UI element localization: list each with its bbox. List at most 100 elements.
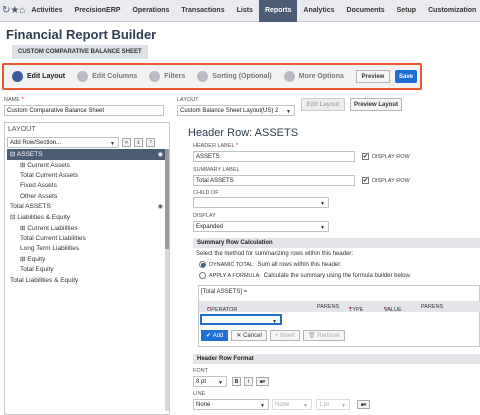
radio-selected-icon bbox=[199, 261, 206, 268]
tree-item[interactable]: Other Assets bbox=[7, 191, 169, 202]
radio-text: Calculate the summary using the formula … bbox=[263, 272, 412, 279]
chevron-down-icon: ▼ bbox=[303, 403, 308, 409]
cancel-button[interactable]: ✕ Cancel bbox=[231, 330, 267, 341]
insert-label: Insert bbox=[279, 332, 295, 339]
tree-item[interactable]: Total Current Assets bbox=[7, 170, 169, 181]
layout-select-value: Custom Balance Sheet Layout(US) 2 bbox=[180, 107, 279, 114]
tree-item-label: Total Current Assets bbox=[20, 171, 79, 179]
summary-label-input[interactable]: Total ASSETS bbox=[193, 175, 355, 186]
tree-item-label: ⊞ Equity bbox=[20, 256, 46, 264]
nav-documents[interactable]: Documents bbox=[341, 0, 391, 22]
eye-icon[interactable]: ◉ bbox=[158, 151, 163, 158]
formula-builder: [Total ASSETS] = OPERATOR * PARENS TYPE … bbox=[198, 285, 480, 347]
tree-item[interactable]: ⊟ Liabilities & Equity bbox=[7, 212, 169, 223]
tree-item[interactable]: Total ASSETS ◉ bbox=[7, 202, 169, 213]
step-edit-layout[interactable]: Edit Layout bbox=[12, 71, 65, 82]
checkbox-label: DISPLAY ROW bbox=[372, 153, 410, 160]
nav-reports[interactable]: Reports bbox=[258, 0, 298, 22]
line-color-icon[interactable]: ■▾ bbox=[357, 400, 370, 409]
edit-layout-button[interactable]: Edit Layout bbox=[301, 98, 345, 111]
italic-icon[interactable]: I bbox=[244, 377, 253, 386]
tree-item[interactable]: ⊞ Current Assets bbox=[7, 160, 169, 171]
nav-lists[interactable]: Lists bbox=[231, 0, 259, 22]
tree-item[interactable]: Total Liabilities & Equity bbox=[7, 275, 169, 286]
scrollbar-thumb[interactable] bbox=[165, 149, 169, 249]
step-edit-columns[interactable]: Edit Columns bbox=[77, 71, 137, 82]
tree-item-label: Other Assets bbox=[20, 192, 58, 200]
check-icon: ✔ bbox=[206, 333, 213, 339]
operator-select[interactable]: ▼ bbox=[200, 314, 282, 325]
tree-item[interactable]: ⊟ ASSETS ◉ bbox=[7, 149, 169, 160]
nav-activities[interactable]: Activities bbox=[25, 0, 68, 22]
layout-tree: ⊟ ASSETS ◉ ⊞ Current Assets Total Current A… bbox=[7, 149, 169, 286]
report-subtab[interactable]: CUSTOM COMPARATIVE BALANCE SHEET bbox=[12, 45, 148, 59]
header-row-title: Header Row: ASSETS bbox=[188, 127, 299, 139]
nav-transactions[interactable]: Transactions bbox=[175, 0, 230, 22]
add-row-select[interactable]: Add Row/Section... ▼ bbox=[7, 137, 119, 148]
header-label-input[interactable]: ASSETS bbox=[193, 151, 355, 162]
nav-customization[interactable]: Customization bbox=[422, 0, 480, 22]
nav-setup[interactable]: Setup bbox=[391, 0, 422, 22]
tree-item[interactable]: Total Equity bbox=[7, 265, 169, 276]
line-pt-value: 1 pt bbox=[319, 401, 330, 408]
tree-item[interactable]: ⊞ Current Liabilities bbox=[7, 223, 169, 234]
formula-columns: OPERATOR * PARENS TYPE * VALUE * PARENS bbox=[199, 301, 480, 313]
tree-item[interactable]: Long Term Liabilities bbox=[7, 244, 169, 255]
move-row-icon[interactable]: ⇕ bbox=[134, 138, 143, 147]
chevron-down-icon: ▼ bbox=[272, 319, 277, 325]
line-style-select[interactable]: None ▼ bbox=[193, 399, 269, 410]
color-picker-icon[interactable]: ■▾ bbox=[256, 377, 269, 386]
save-button[interactable]: Save bbox=[395, 70, 417, 83]
font-size-select[interactable]: 8 pt ▼ bbox=[193, 376, 227, 387]
step-filters[interactable]: Filters bbox=[149, 71, 185, 82]
preview-layout-button[interactable]: Preview Layout bbox=[350, 98, 402, 111]
step-sorting[interactable]: Sorting (Optional) bbox=[197, 71, 272, 82]
col-parens-close: PARENS bbox=[421, 303, 444, 310]
display-select[interactable]: Expanded ▼ bbox=[193, 221, 329, 232]
refresh-icon[interactable]: ↻ bbox=[2, 0, 10, 22]
tree-item[interactable]: ⊞ Equity bbox=[7, 254, 169, 265]
line-pt-select[interactable]: 1 pt ▼ bbox=[316, 399, 350, 410]
summary-calc-header: Summary Row Calculation bbox=[193, 238, 480, 248]
radio-empty-icon bbox=[199, 272, 206, 279]
dynamic-total-radio[interactable]: DYNAMIC TOTAL: Sum all rows within this h… bbox=[199, 261, 342, 268]
add-button[interactable]: ✔ Add bbox=[201, 330, 229, 341]
close-icon: ✕ bbox=[236, 333, 244, 339]
remove-label: Remove bbox=[317, 332, 340, 339]
preview-button[interactable]: Preview bbox=[356, 70, 390, 83]
layout-scrollbar[interactable] bbox=[165, 149, 169, 411]
line-weight-select[interactable]: None ▼ bbox=[272, 399, 312, 410]
name-input[interactable]: Custom Comparative Balance Sheet bbox=[4, 105, 164, 116]
nav-analytics[interactable]: Analytics bbox=[297, 0, 340, 22]
delete-row-icon[interactable]: ✕ bbox=[122, 138, 131, 147]
chevron-down-icon: ▼ bbox=[320, 201, 325, 207]
layout-select[interactable]: Custom Balance Sheet Layout(US) 2 ▼ bbox=[177, 105, 295, 116]
cancel-label: Cancel bbox=[243, 332, 262, 339]
summary-display-row-checkbox[interactable]: ✔ DISPLAY ROW bbox=[362, 177, 410, 184]
star-icon[interactable]: ★ bbox=[10, 0, 19, 22]
checkbox-label: DISPLAY ROW bbox=[372, 177, 410, 184]
summary-calc-desc: Select the method for summarizing rows w… bbox=[196, 251, 354, 257]
remove-button[interactable]: 🗑 Remove bbox=[302, 330, 345, 341]
nav-operations[interactable]: Operations bbox=[126, 0, 175, 22]
bold-icon[interactable]: B bbox=[232, 377, 241, 386]
nav-precisionerp[interactable]: PrecisionERP bbox=[69, 0, 127, 22]
help-icon[interactable]: ? bbox=[146, 138, 155, 147]
tree-item-label: Long Term Liabilities bbox=[20, 245, 80, 253]
insert-button[interactable]: + Insert bbox=[269, 330, 300, 341]
line-weight-value: None bbox=[275, 401, 290, 408]
tree-item[interactable]: Fixed Assets bbox=[7, 181, 169, 192]
child-of-select[interactable]: ▼ bbox=[193, 197, 329, 208]
apply-formula-radio[interactable]: APPLY A FORMULA: Calculate the summary us… bbox=[199, 272, 411, 279]
step-label: Filters bbox=[164, 73, 186, 80]
display-row-checkbox[interactable]: ✔ DISPLAY ROW bbox=[362, 153, 410, 160]
line-style-value: None bbox=[196, 401, 211, 408]
tree-item[interactable]: Total Current Liabilities bbox=[7, 233, 169, 244]
radio-text: Sum all rows within this header. bbox=[257, 261, 342, 268]
step-label: Edit Columns bbox=[92, 73, 138, 80]
font-size-value: 8 pt bbox=[196, 378, 207, 385]
step-more-options[interactable]: More Options bbox=[283, 71, 344, 82]
eye-icon[interactable]: ◉ bbox=[158, 203, 163, 210]
trash-icon: 🗑 bbox=[307, 333, 318, 339]
format-header: Header Row Format bbox=[193, 354, 480, 364]
